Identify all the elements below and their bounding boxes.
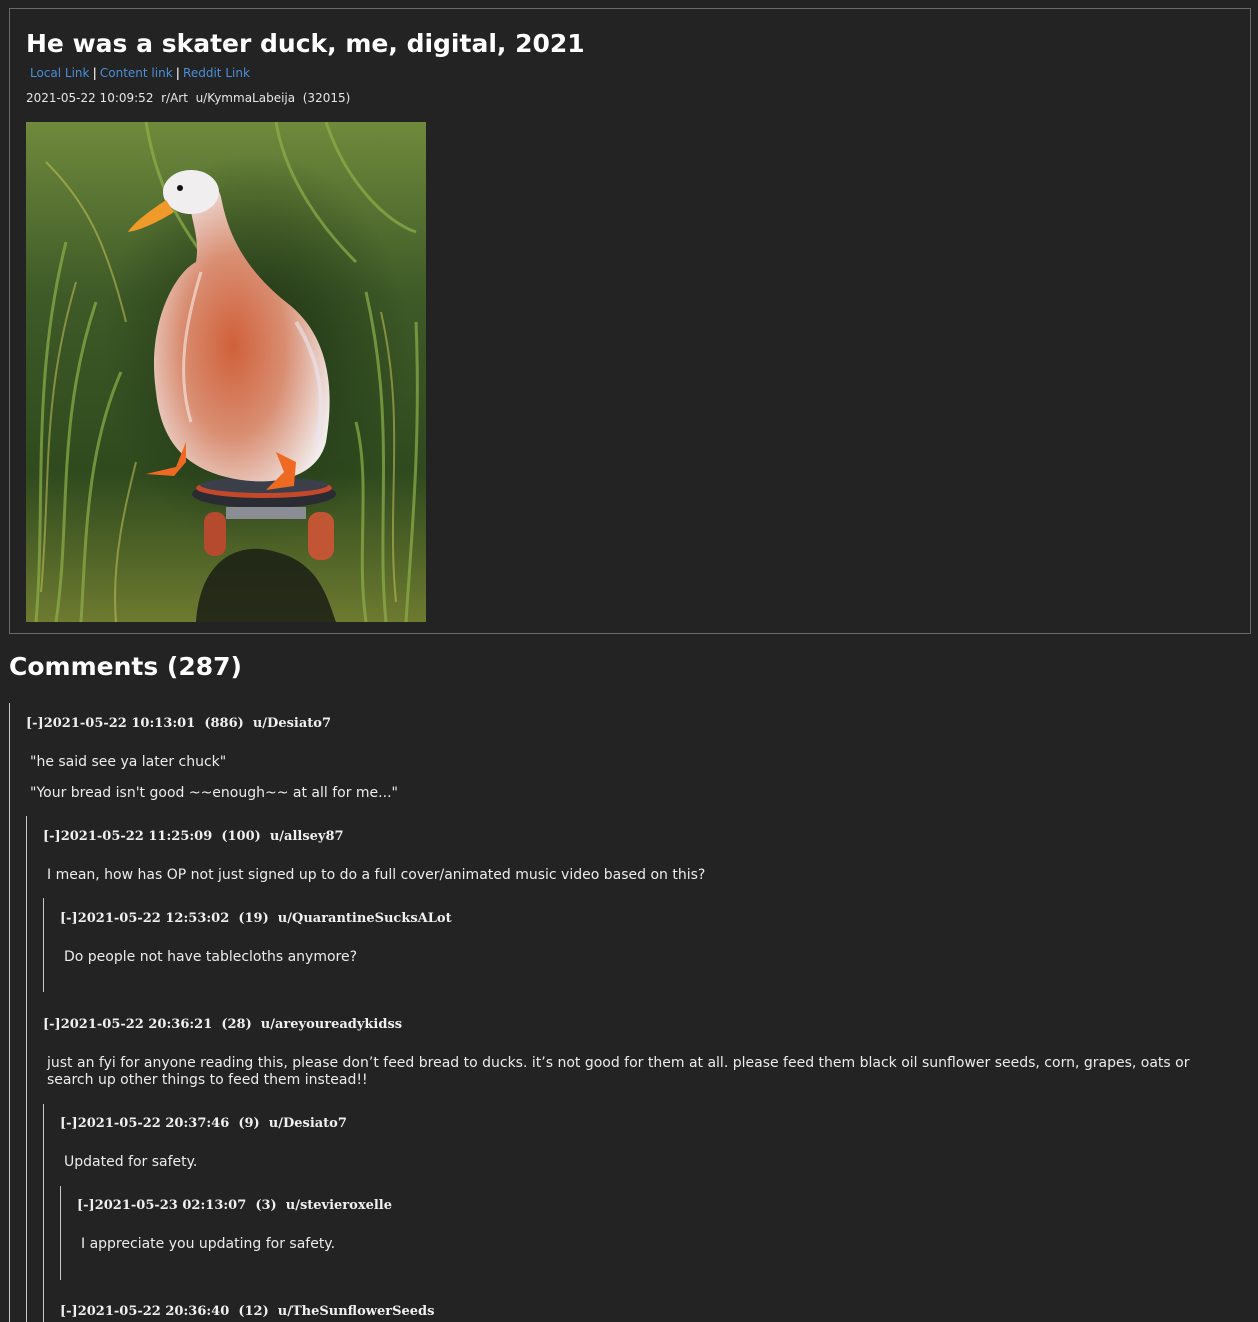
comment-header: [-]2021-05-22 10:13:01 (886) u/Desiato7 (26, 716, 331, 731)
post-score: (32015) (302, 91, 351, 105)
collapse-toggle[interactable]: [-] (60, 1116, 78, 1131)
collapse-toggle[interactable]: [-] (26, 716, 44, 731)
thread-line (26, 816, 27, 1322)
duck-painting (26, 122, 426, 622)
comment-score: (100) (221, 829, 261, 844)
comment-date: 2021-05-22 10:13:01 (43, 716, 196, 731)
collapse-toggle[interactable]: [-] (77, 1198, 95, 1213)
comment-header: [-]2021-05-22 20:37:46 (9) u/Desiato7 (60, 1116, 347, 1131)
comment-header: [-]2021-05-22 12:53:02 (19) u/Quarantine… (60, 911, 452, 926)
comment-text: just an fyi for anyone reading this, ple… (47, 1055, 1190, 1088)
post-container: He was a skater duck, me, digital, 2021 … (9, 8, 1251, 634)
comment-score: (9) (238, 1116, 260, 1131)
comment-text: Updated for safety. (64, 1154, 198, 1170)
post-author[interactable]: u/KymmaLabeija (196, 91, 296, 105)
comment-date: 2021-05-22 11:25:09 (60, 829, 213, 844)
comment-author[interactable]: u/areyoureadykidss (261, 1017, 402, 1032)
collapse-toggle[interactable]: [-] (43, 829, 61, 844)
comment-score: (3) (255, 1198, 277, 1213)
comment-author[interactable]: u/stevieroxelle (286, 1198, 392, 1213)
comment-author[interactable]: u/Desiato7 (269, 1116, 347, 1131)
comment-text: "he said see ya later chuck" (30, 754, 227, 770)
post-title: He was a skater duck, me, digital, 2021 (26, 29, 585, 58)
comment-text: Do people not have tablecloths anymore? (64, 949, 358, 965)
comment-author[interactable]: u/TheSunflowerSeeds (278, 1304, 435, 1319)
thread-line (43, 898, 44, 992)
collapse-toggle[interactable]: [-] (60, 1304, 78, 1319)
comment-header: [-]2021-05-22 11:25:09 (100) u/allsey87 (43, 829, 344, 844)
thread-line (9, 703, 10, 1322)
comments-heading: Comments (287) (9, 652, 242, 681)
comment-text: I mean, how has OP not just signed up to… (47, 867, 706, 883)
comment-date: 2021-05-22 20:36:21 (60, 1017, 213, 1032)
local-link[interactable]: Local Link (30, 66, 90, 80)
comment-text: "Your bread isn't good ~~enough~~ at all… (30, 785, 398, 801)
post-links: Local Link | Content link | Reddit Link (30, 66, 250, 80)
link-separator: | (175, 66, 181, 80)
comment-date: 2021-05-22 20:36:40 (77, 1304, 230, 1319)
link-separator: | (92, 66, 97, 80)
comment-score: (19) (238, 911, 269, 926)
comment-date: 2021-05-22 12:53:02 (77, 911, 230, 926)
post-image[interactable] (26, 122, 426, 622)
comment-score: (12) (238, 1304, 269, 1319)
reddit-link[interactable]: Reddit Link (183, 66, 250, 80)
thread-line (60, 1186, 61, 1280)
comment-header: [-]2021-05-23 02:13:07 (3) u/stevieroxel… (77, 1198, 392, 1213)
post-subreddit[interactable]: r/Art (161, 91, 188, 105)
thread-line (43, 1104, 44, 1322)
comment-header: [-]2021-05-22 20:36:21 (28) u/areyouread… (43, 1017, 402, 1032)
comment-author[interactable]: u/allsey87 (270, 829, 344, 844)
post-meta: 2021-05-22 10:09:52 r/Art u/KymmaLabeija… (26, 91, 350, 105)
comment-author[interactable]: u/Desiato7 (253, 716, 331, 731)
comment-score: (886) (204, 716, 244, 731)
comment-author[interactable]: u/QuarantineSucksALot (278, 911, 452, 926)
comment-header: [-]2021-05-22 20:36:40 (12) u/TheSunflow… (60, 1304, 434, 1319)
comment-text: I appreciate you updating for safety. (81, 1236, 336, 1252)
content-link[interactable]: Content link (100, 66, 173, 80)
comment-score: (28) (221, 1017, 252, 1032)
collapse-toggle[interactable]: [-] (60, 911, 78, 926)
post-date: 2021-05-22 10:09:52 (26, 91, 154, 105)
comment-date: 2021-05-22 20:37:46 (77, 1116, 230, 1131)
collapse-toggle[interactable]: [-] (43, 1017, 61, 1032)
comment-date: 2021-05-23 02:13:07 (94, 1198, 247, 1213)
